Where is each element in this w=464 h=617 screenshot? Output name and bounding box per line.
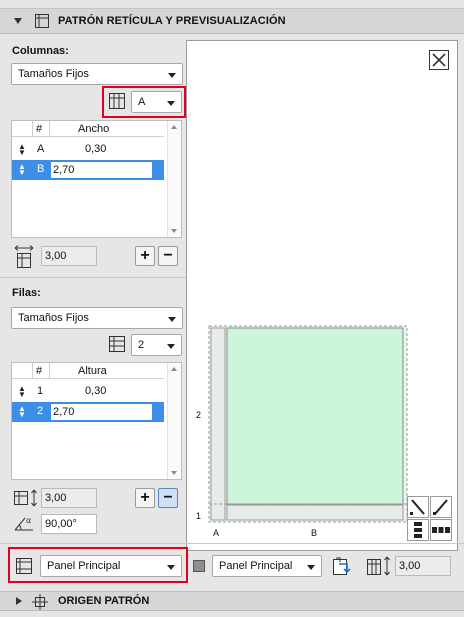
svg-text:α: α [26, 516, 31, 525]
reorder-handle-icon[interactable]: ▲ ▼ [18, 163, 26, 177]
remove-row-button[interactable]: − [158, 488, 178, 508]
table-header: # Ancho [12, 121, 164, 137]
pattern-diagonal-left-button[interactable] [407, 496, 429, 518]
total-width-icon [14, 245, 34, 268]
panel-type-value: Panel Principal [219, 560, 293, 572]
row-value-input[interactable]: 2,70 [50, 161, 153, 179]
diagonal-pattern-icon [433, 499, 448, 515]
scroll-down-icon[interactable] [171, 471, 177, 475]
rows-total-field: 3,00 [41, 488, 97, 508]
preview-row-label: 2 [196, 410, 202, 420]
row-grid-icon [109, 336, 125, 352]
chevron-down-icon [307, 565, 315, 570]
table-scrollbar[interactable] [167, 363, 181, 479]
columns-selector-value: A [138, 96, 146, 108]
add-row-button[interactable]: + [135, 488, 155, 508]
section-title: PATRÓN RETÍCULA Y PREVISUALIZACIÓN [58, 15, 286, 27]
columns-selector-dropdown[interactable]: A [131, 91, 182, 113]
row-id: 1 [37, 385, 44, 397]
rows-table[interactable]: # Altura ▲ ▼ 1 0,30 ▲ ▼ 2 2,70 [11, 362, 182, 480]
panel-type-dropdown[interactable]: Panel Principal [40, 555, 182, 577]
pattern-diagonal-right-button[interactable] [430, 496, 452, 518]
columns-label: Columnas: [12, 45, 69, 57]
chevron-down-icon [167, 344, 175, 349]
panel-size-field: 3,00 [395, 556, 451, 576]
panel-icon [16, 558, 32, 574]
angle-field[interactable]: 90,00° [41, 514, 97, 534]
origin-section-header[interactable]: ORIGEN PATRÓN [0, 591, 464, 611]
rows-selector-value: 2 [138, 339, 145, 351]
table-row[interactable]: ▲ ▼ 2 2,70 [12, 402, 164, 422]
rows-label: Filas: [12, 287, 41, 299]
grid-preview-drawing [208, 325, 408, 523]
preview-col-label: B [311, 528, 318, 538]
vertical-blocks-icon [414, 522, 422, 538]
chevron-down-icon [168, 317, 176, 322]
table-scrollbar[interactable] [167, 121, 181, 237]
row-id: A [37, 143, 45, 155]
table-row[interactable]: ▲ ▼ B 2,70 [12, 160, 164, 180]
reorder-handle-icon[interactable]: ▲ ▼ [18, 385, 26, 399]
reorder-handle-icon[interactable]: ▲ ▼ [18, 405, 26, 419]
preview-canvas: A B 1 2 [186, 40, 458, 551]
rows-mode-value: Tamaños Fijos [18, 312, 89, 324]
origin-icon [32, 594, 48, 610]
row-value[interactable]: 0,30 [85, 385, 106, 397]
pattern-vertical-button[interactable] [407, 519, 429, 541]
column-header-index: # [36, 123, 43, 135]
section-header[interactable]: PATRÓN RETÍCULA Y PREVISUALIZACIÓN [0, 8, 464, 34]
chevron-down-icon [167, 101, 175, 106]
preview-row-label: 1 [196, 511, 202, 521]
panel-type-dropdown-2[interactable]: Panel Principal [212, 555, 322, 577]
table-row[interactable]: ▲ ▼ 1 0,30 [12, 382, 164, 402]
close-icon[interactable] [429, 50, 449, 70]
collapse-arrow-icon[interactable] [14, 18, 22, 24]
pattern-horizontal-button[interactable] [430, 519, 452, 541]
columns-mode-dropdown[interactable]: Tamaños Fijos [11, 63, 183, 85]
add-column-button[interactable]: + [135, 246, 155, 266]
table-header: # Altura [12, 363, 164, 379]
row-id: 2 [37, 405, 44, 417]
expand-arrow-icon[interactable] [16, 597, 22, 605]
apply-panel-icon[interactable] [330, 555, 352, 577]
row-value-input[interactable]: 2,70 [50, 403, 153, 421]
scroll-up-icon[interactable] [171, 125, 177, 129]
rows-selector-dropdown[interactable]: 2 [131, 334, 182, 356]
row-id: B [37, 163, 45, 175]
chevron-down-icon [167, 565, 175, 570]
diagonal-pattern-icon [410, 499, 425, 515]
column-header-index: # [36, 365, 43, 377]
grid-pattern-icon [35, 14, 49, 28]
rows-mode-dropdown[interactable]: Tamaños Fijos [11, 307, 183, 329]
panel-type-value: Panel Principal [47, 560, 121, 572]
columns-table[interactable]: # Ancho ▲ ▼ A 0,30 ▲ ▼ B 2,70 [11, 120, 182, 238]
total-height-icon [14, 489, 37, 507]
remove-column-button[interactable]: − [158, 246, 178, 266]
scroll-down-icon[interactable] [171, 229, 177, 233]
panel-size-icon [367, 556, 390, 576]
row-value[interactable]: 0,30 [85, 143, 106, 155]
preview-col-label: A [213, 528, 220, 538]
columns-total-field: 3,00 [41, 246, 97, 266]
chevron-down-icon [168, 73, 176, 78]
panel-color-swatch[interactable] [193, 560, 205, 572]
column-header-width: Ancho [78, 123, 110, 135]
columns-mode-value: Tamaños Fijos [18, 68, 89, 80]
horizontal-blocks-icon [432, 527, 450, 533]
column-grid-icon [109, 93, 125, 109]
origin-section-title: ORIGEN PATRÓN [58, 595, 150, 607]
reorder-handle-icon[interactable]: ▲ ▼ [18, 143, 26, 157]
column-header-height: Altura [78, 365, 107, 377]
angle-icon: α [14, 516, 33, 531]
table-row[interactable]: ▲ ▼ A 0,30 [12, 140, 164, 160]
scroll-up-icon[interactable] [171, 367, 177, 371]
